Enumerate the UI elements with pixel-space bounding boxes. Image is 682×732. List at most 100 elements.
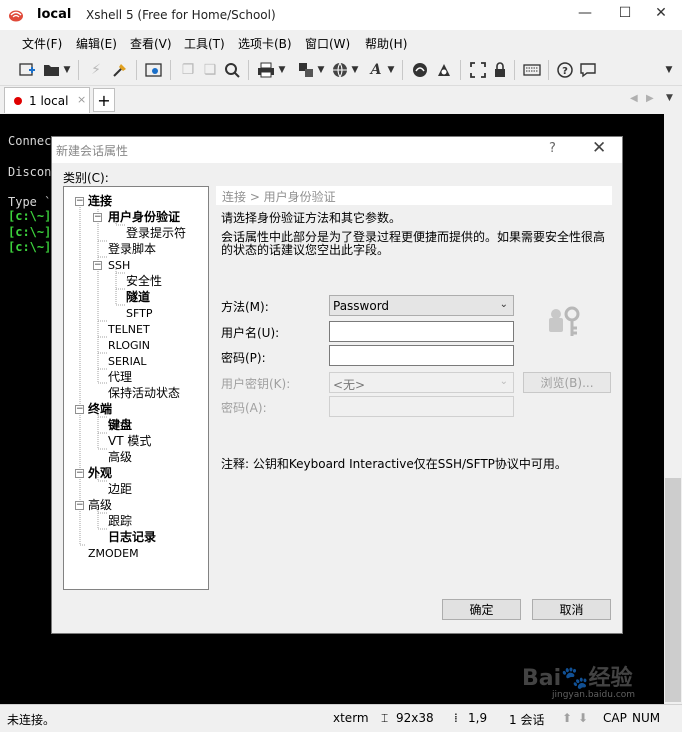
transfer-icon[interactable] [296,60,316,80]
tree-item[interactable]: 高级 [88,498,112,513]
tab-list-dropdown-icon[interactable]: ▼ [666,93,673,103]
tab-next-icon[interactable]: ▶ [646,93,654,104]
tree-item[interactable]: 保持活动状态 [108,386,180,401]
toolbar-separator [548,60,549,80]
tree-item[interactable]: SFTP [126,306,152,321]
menu-help[interactable]: 帮助(H) [365,35,407,52]
scroll-up-icon[interactable]: ⬆ [562,711,572,725]
tree-collapse-icon[interactable]: − [75,469,84,478]
category-tree[interactable]: − 连接 − 用户身份验证 登录提示符 登录脚本 − SSH 安全性 隧道 SFTP TELNET RL… [63,186,209,590]
watermark-url: jingyan.baidu.com [552,690,636,700]
tree-item[interactable]: 登录提示符 [126,226,186,241]
username-field[interactable] [329,321,514,342]
menu-window[interactable]: 窗口(W) [305,35,350,52]
tree-item[interactable]: 边距 [108,482,132,497]
lock-icon[interactable] [490,60,510,80]
tree-item[interactable]: 隧道 [126,290,150,305]
cursor-icon: ⁞ [454,711,458,725]
menu-edit[interactable]: 编辑(E) [76,35,117,52]
tree-item[interactable]: RLOGIN [108,338,150,353]
menu-file[interactable]: 文件(F) [22,35,62,52]
new-session-icon[interactable] [18,60,38,80]
userkey-select[interactable]: <无> ⌄ [329,372,514,393]
globe-dropdown-icon[interactable]: ▼ [350,60,360,80]
toolbar-overflow-icon[interactable]: ▼ [664,60,674,80]
password-field[interactable] [329,345,514,366]
status-bar: 未连接。 xterm ⌶ 92x38 ⁞ 1,9 1 会话 ⬆ ⬇ CAP NU… [0,704,682,732]
browse-button[interactable]: 浏览(B)... [523,372,611,393]
toolbar-separator [402,60,403,80]
toolbar: ▼ ⚡ ❐ ❏ ▼ ▼ ▼ A ▼ ? ▼ [0,54,682,86]
add-tab-button[interactable]: + [93,88,115,112]
minimize-button[interactable]: — [568,0,602,26]
help-icon[interactable]: ? [555,60,575,80]
tree-item[interactable]: 安全性 [126,274,162,289]
tree-item[interactable]: TELNET [108,322,150,337]
xftp-icon[interactable] [410,60,430,80]
tree-collapse-icon[interactable]: − [75,405,84,414]
dialog-close-button[interactable]: ✕ [592,138,606,158]
dialog-help-button[interactable]: ? [549,141,556,156]
print-dropdown-icon[interactable]: ▼ [277,60,287,80]
reconnect-icon[interactable] [110,60,130,80]
open-folder-icon[interactable] [42,60,62,80]
terminal-scrollbar[interactable] [664,114,682,704]
tree-item[interactable]: 代理 [108,370,132,385]
ok-button[interactable]: 确定 [442,599,521,620]
tree-item[interactable]: 连接 [88,194,112,209]
menu-view[interactable]: 查看(V) [130,35,172,52]
tree-item[interactable]: 高级 [108,450,132,465]
tab-local[interactable]: 1 local × [4,87,90,113]
tree-collapse-icon[interactable]: − [93,261,102,270]
properties-icon[interactable] [144,60,164,80]
watermark-logo: Bai🐾经验 [522,666,633,691]
close-window-button[interactable]: ✕ [644,0,678,26]
font-dropdown-icon[interactable]: ▼ [386,60,396,80]
paste-icon[interactable]: ❏ [200,60,220,80]
method-select[interactable]: Password ⌄ [329,295,514,316]
title-bar: local Xshell 5 (Free for Home/School) — … [0,0,682,30]
scroll-down-icon[interactable]: ⬇ [578,711,588,725]
font-icon[interactable]: A [366,60,386,80]
copy-icon[interactable]: ❐ [178,60,198,80]
print-icon[interactable] [256,60,276,80]
menu-tabs[interactable]: 选项卡(B) [238,35,292,52]
terminal-type: xterm [333,711,369,725]
transfer-dropdown-icon[interactable]: ▼ [316,60,326,80]
find-icon[interactable] [222,60,242,80]
open-dropdown-icon[interactable]: ▼ [62,60,72,80]
menu-tools[interactable]: 工具(T) [184,35,225,52]
tree-item[interactable]: SERIAL [108,354,146,369]
disconnect-icon[interactable]: ⚡ [86,60,106,80]
keyboard-icon[interactable] [522,60,542,80]
tree-collapse-icon[interactable]: − [93,213,102,222]
tree-item[interactable]: SSH [108,258,130,273]
globe-icon[interactable] [330,60,350,80]
svg-text:?: ? [562,66,568,77]
tree-item[interactable]: 日志记录 [108,530,156,545]
tree-item[interactable]: 外观 [88,466,112,481]
tab-close-icon[interactable]: × [77,93,86,106]
passphrase-field[interactable] [329,396,514,417]
tree-item[interactable]: 键盘 [108,418,132,433]
cursor-position: 1,9 [468,711,488,725]
tab-label: 1 local [29,94,69,108]
tree-item[interactable]: VT 模式 [108,434,151,449]
scrollbar-thumb[interactable] [665,478,681,702]
tree-collapse-icon[interactable]: − [75,197,84,206]
chat-icon[interactable] [578,60,598,80]
xmanager-icon[interactable] [434,60,454,80]
tab-bar: 1 local × + ◀ ▶ ▼ [0,86,682,114]
tree-item[interactable]: ZMODEM [88,546,139,561]
fullscreen-icon[interactable] [468,60,488,80]
terminal-prompt: [c:\~] [8,240,52,254]
cancel-button[interactable]: 取消 [532,599,611,620]
num-indicator: NUM [632,711,661,725]
maximize-button[interactable]: ☐ [608,0,642,26]
tree-item[interactable]: 终端 [88,402,112,417]
tab-prev-icon[interactable]: ◀ [630,93,638,104]
tree-item[interactable]: 用户身份验证 [108,210,180,225]
tree-item[interactable]: 登录脚本 [108,242,156,257]
tree-collapse-icon[interactable]: − [75,501,84,510]
tree-item[interactable]: 跟踪 [108,514,132,529]
